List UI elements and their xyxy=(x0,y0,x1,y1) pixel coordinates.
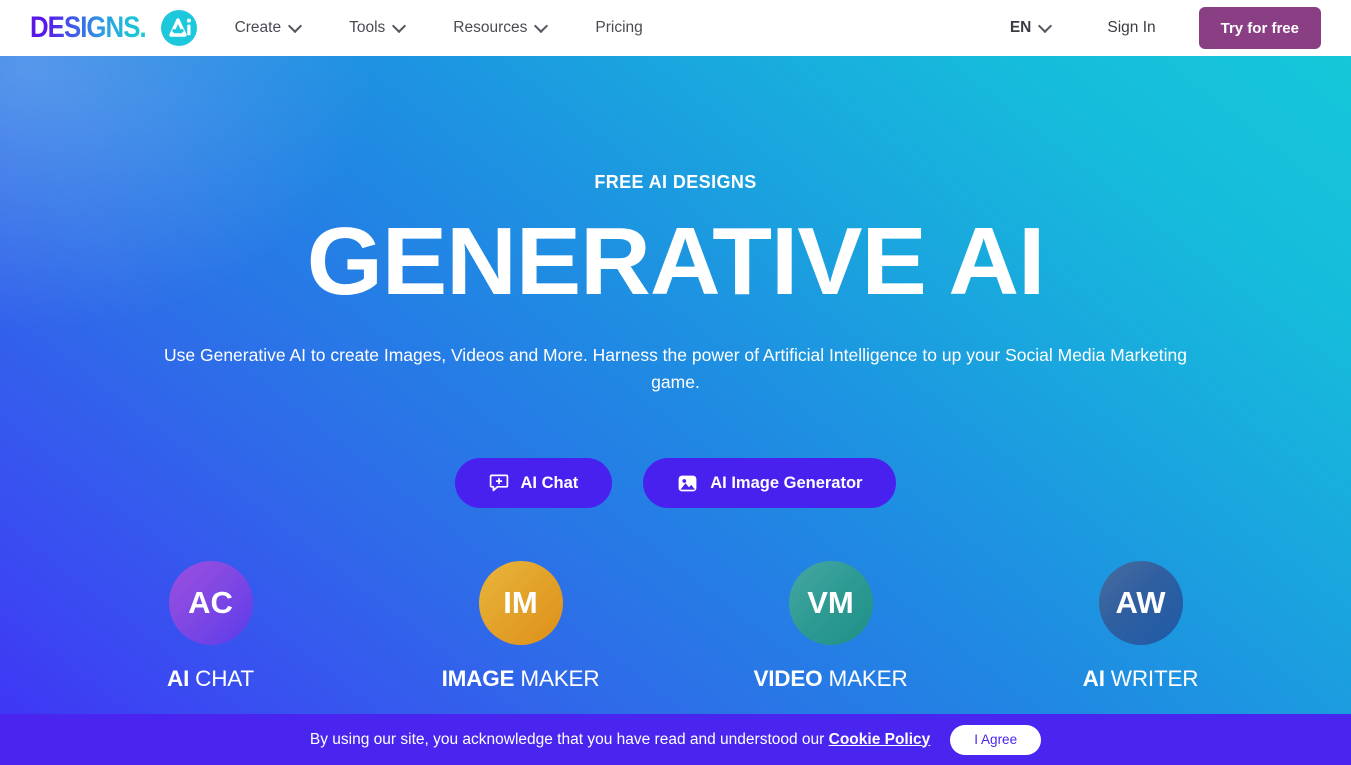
chevron-down-icon xyxy=(536,21,547,32)
site-header: DESIGNS. Create Tools Resources Pricing xyxy=(0,0,1351,56)
cookie-message-text: By using our site, you acknowledge that … xyxy=(309,730,825,748)
nav-item-tools[interactable]: Tools xyxy=(349,13,405,43)
sign-in-link[interactable]: Sign In xyxy=(1107,19,1155,37)
image-icon xyxy=(677,473,698,494)
chat-plus-icon xyxy=(489,473,509,493)
ai-image-generator-label: AI Image Generator xyxy=(710,473,863,492)
main-nav: Create Tools Resources Pricing xyxy=(235,13,691,43)
chevron-down-icon xyxy=(1040,21,1051,32)
tile-label-ai-writer: AI WRITER xyxy=(1083,666,1199,692)
tile-badge-ac: AC xyxy=(168,561,253,645)
nav-label: Resources xyxy=(453,19,528,36)
logo-wordmark: DESIGNS. xyxy=(30,8,147,48)
tile-label-rest: WRITER xyxy=(1104,666,1199,691)
ai-chat-label: AI Chat xyxy=(520,473,579,492)
ai-image-generator-button[interactable]: AI Image Generator xyxy=(643,458,897,508)
tile-label-strong: AI xyxy=(1082,666,1105,691)
tile-badge-im: IM xyxy=(478,561,563,645)
tile-label-strong: VIDEO xyxy=(753,666,823,691)
header-actions: EN Sign In Try for free xyxy=(1010,7,1321,49)
nav-label: Tools xyxy=(349,19,386,36)
chevron-down-icon xyxy=(394,21,405,32)
tile-label-rest: CHAT xyxy=(189,666,254,691)
nav-item-pricing[interactable]: Pricing xyxy=(595,13,642,43)
hero-eyebrow: FREE AI DESIGNS xyxy=(594,172,757,192)
hero-subtitle: Use Generative AI to create Images, Vide… xyxy=(164,345,1187,392)
nav-label: Pricing xyxy=(595,19,643,36)
cookie-consent-banner: By using our site, you acknowledge that … xyxy=(0,714,1351,765)
ai-circle-icon xyxy=(160,10,197,46)
nav-item-resources[interactable]: Resources xyxy=(453,13,547,43)
tile-ai-writer[interactable]: AW AI WRITER xyxy=(1051,561,1231,692)
i-agree-button[interactable]: I Agree xyxy=(950,724,1042,755)
hero-section: FREE AI DESIGNS GENERATIVE AI Use Genera… xyxy=(0,56,1351,765)
tile-label-strong: AI xyxy=(167,666,190,691)
tile-label-ai-chat: AI CHAT xyxy=(167,666,254,692)
try-for-free-button[interactable]: Try for free xyxy=(1198,7,1321,49)
tile-label-strong: IMAGE xyxy=(441,666,515,691)
tile-label-rest: MAKER xyxy=(514,666,600,691)
tile-image-maker[interactable]: IM IMAGE MAKER xyxy=(431,561,611,692)
ai-chat-button[interactable]: AI Chat xyxy=(454,458,613,508)
hero-cta-row: AI Chat AI Image Generator xyxy=(0,458,1351,508)
cookie-policy-link[interactable]: Cookie Policy xyxy=(829,731,931,748)
nav-item-create[interactable]: Create xyxy=(235,13,302,43)
tile-label-image-maker: IMAGE MAKER xyxy=(442,666,600,692)
tile-video-maker[interactable]: VM VIDEO MAKER xyxy=(741,561,921,692)
cookie-message: By using our site, you acknowledge that … xyxy=(310,731,930,749)
language-selector[interactable]: EN xyxy=(1010,19,1052,37)
tile-label-rest: MAKER xyxy=(822,666,908,691)
chevron-down-icon xyxy=(290,21,301,32)
product-tiles: AC AI CHAT IM IMAGE MAKER VM VIDEO MAKER… xyxy=(121,561,1231,692)
tile-badge-aw: AW xyxy=(1098,561,1183,645)
logo[interactable]: DESIGNS. xyxy=(30,8,197,48)
nav-label: Create xyxy=(234,19,282,36)
tile-badge-vm: VM xyxy=(788,561,873,645)
page-title: GENERATIVE AI xyxy=(306,208,1046,315)
tile-ai-chat[interactable]: AC AI CHAT xyxy=(121,561,301,692)
language-label: EN xyxy=(1009,19,1032,36)
tile-label-video-maker: VIDEO MAKER xyxy=(753,666,907,692)
